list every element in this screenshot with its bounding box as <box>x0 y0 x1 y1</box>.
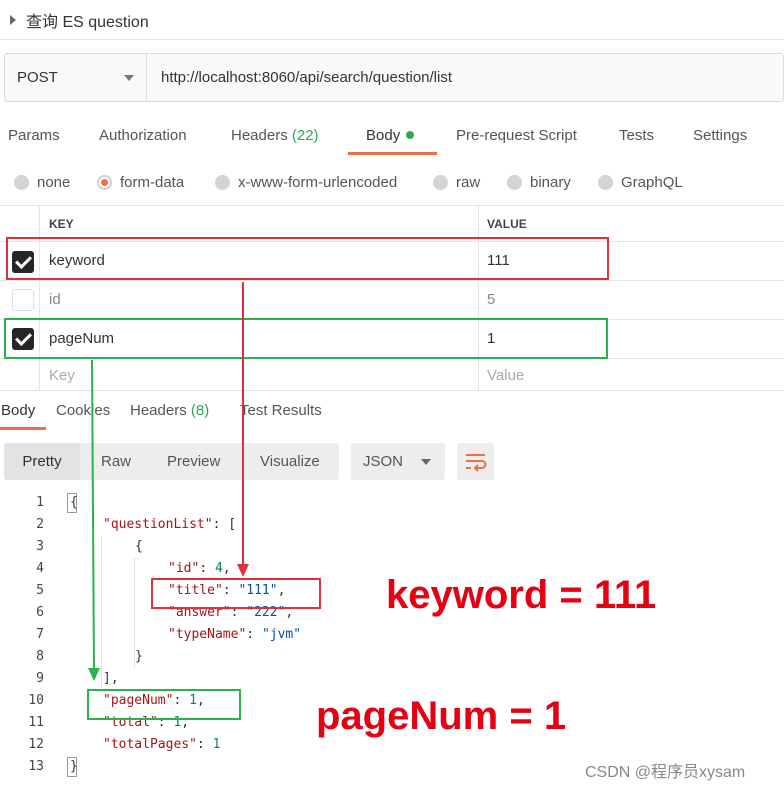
green-arrow-line <box>91 359 95 671</box>
watermark: CSDN @程序员xysam <box>585 764 746 781</box>
red-arrow-head-icon <box>237 564 249 577</box>
annotation-arrows <box>88 282 249 681</box>
pagenum-annotation: pageNum = 1 <box>316 694 567 738</box>
keyword-annotation: keyword = 111 <box>386 573 657 617</box>
green-arrow-head-icon <box>88 668 100 681</box>
